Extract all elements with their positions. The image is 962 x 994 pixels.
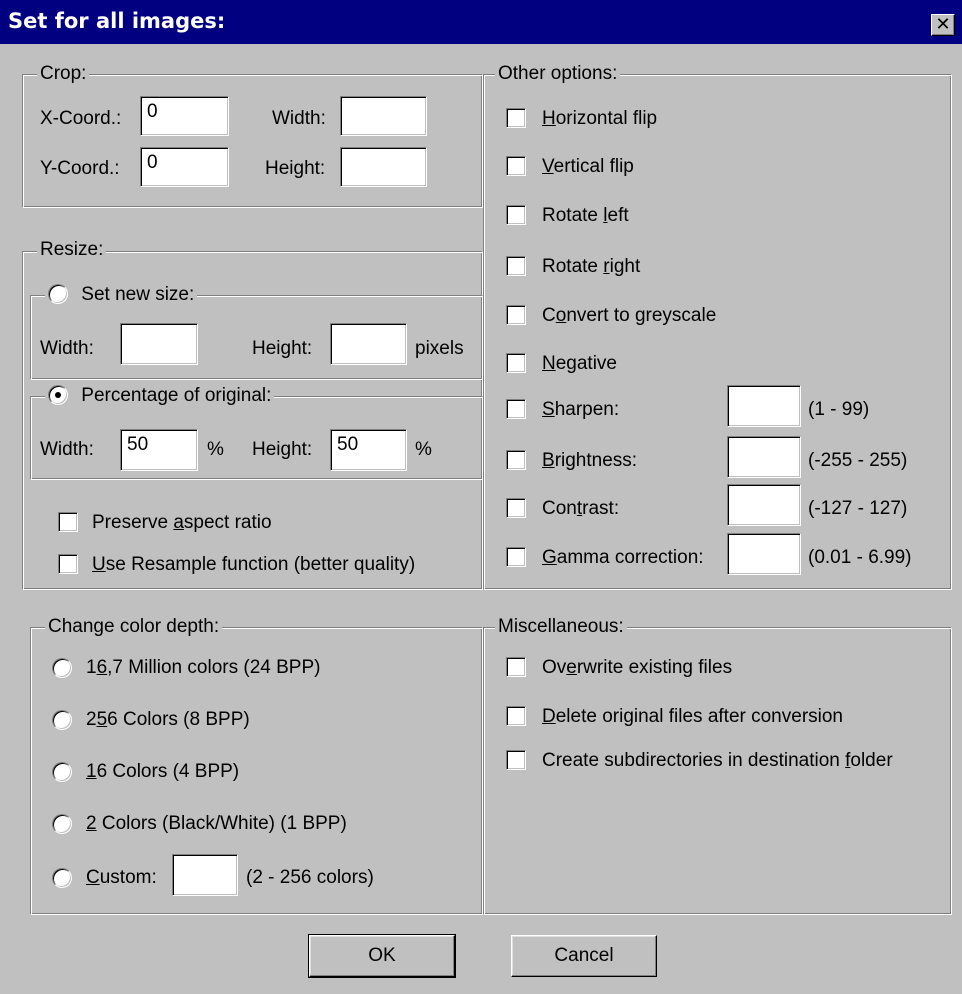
depth-custom-label: Custom: xyxy=(86,867,157,888)
negative-checkbox[interactable] xyxy=(506,353,526,373)
sharpen-label: Sharpen: xyxy=(542,399,620,420)
rotate-right-checkbox[interactable] xyxy=(506,256,526,276)
custom-colors-input[interactable] xyxy=(172,854,238,896)
ok-button[interactable]: OK xyxy=(308,934,456,978)
delete-originals-checkbox[interactable] xyxy=(506,706,526,726)
depth-24bpp-label: 16,7 Million colors (24 BPP) xyxy=(86,657,321,678)
negative-label: Negative xyxy=(542,353,618,374)
y-coord-label: Y-Coord.: xyxy=(40,158,120,179)
percentage-label: Percentage of original: xyxy=(81,385,272,406)
gamma-range: (0.01 - 6.99) xyxy=(808,547,912,568)
resample-label: Use Resample function (better quality) xyxy=(92,554,416,575)
set-new-size-option[interactable]: Set new size: xyxy=(45,284,198,305)
title-bar: Set for all images: ✕ xyxy=(0,0,962,44)
new-height-label: Height: xyxy=(252,338,313,359)
contrast-input[interactable] xyxy=(727,484,801,526)
custom-colors-range: (2 - 256 colors) xyxy=(246,867,374,888)
pct-width-unit: % xyxy=(207,439,224,460)
overwrite-files-label: Overwrite existing files xyxy=(542,657,733,678)
y-coord-input[interactable]: 0 xyxy=(140,147,229,187)
set-new-size-radio[interactable] xyxy=(48,284,68,304)
brightness-input[interactable] xyxy=(727,436,801,478)
gamma-label: Gamma correction: xyxy=(542,547,704,568)
crop-height-label: Height: xyxy=(265,158,326,179)
pixels-unit-label: pixels xyxy=(415,338,464,359)
horizontal-flip-checkbox[interactable] xyxy=(506,108,526,128)
pct-height-label: Height: xyxy=(252,439,313,460)
resize-legend: Resize: xyxy=(37,240,107,260)
preserve-aspect-checkbox[interactable] xyxy=(58,512,78,532)
brightness-checkbox[interactable] xyxy=(506,450,526,470)
crop-height-input[interactable] xyxy=(340,147,427,187)
close-icon[interactable]: ✕ xyxy=(931,14,955,36)
sharpen-input[interactable] xyxy=(727,385,801,427)
pct-width-label: Width: xyxy=(40,439,94,460)
depth-24bpp-radio[interactable] xyxy=(52,658,72,678)
misc-legend: Miscellaneous: xyxy=(495,617,627,637)
crop-legend: Crop: xyxy=(37,64,90,84)
new-width-label: Width: xyxy=(40,338,94,359)
percentage-option[interactable]: Percentage of original: xyxy=(45,385,275,406)
sharpen-range: (1 - 99) xyxy=(808,399,870,420)
vertical-flip-checkbox[interactable] xyxy=(506,156,526,176)
set-new-size-label: Set new size: xyxy=(81,284,195,305)
crop-group xyxy=(22,74,483,208)
contrast-range: (-127 - 127) xyxy=(808,498,908,519)
brightness-label: Brightness: xyxy=(542,450,638,471)
vertical-flip-label: Vertical flip xyxy=(542,156,634,177)
greyscale-label: Convert to greyscale xyxy=(542,305,717,326)
rotate-left-checkbox[interactable] xyxy=(506,205,526,225)
sharpen-checkbox[interactable] xyxy=(506,399,526,419)
gamma-checkbox[interactable] xyxy=(506,547,526,567)
create-subdirectories-checkbox[interactable] xyxy=(506,750,526,770)
depth-1bpp-radio[interactable] xyxy=(52,814,72,834)
percentage-radio[interactable] xyxy=(48,385,68,405)
depth-4bpp-radio[interactable] xyxy=(52,762,72,782)
new-height-input[interactable] xyxy=(330,323,407,365)
cancel-button[interactable]: Cancel xyxy=(511,935,657,977)
other-options-legend: Other options: xyxy=(495,64,621,84)
crop-width-label: Width: xyxy=(272,108,326,129)
depth-8bpp-radio[interactable] xyxy=(52,710,72,730)
overwrite-files-checkbox[interactable] xyxy=(506,657,526,677)
dialog-title: Set for all images: xyxy=(8,9,226,33)
depth-8bpp-label: 256 Colors (8 BPP) xyxy=(86,709,250,730)
depth-custom-radio[interactable] xyxy=(52,868,72,888)
brightness-range: (-255 - 255) xyxy=(808,450,908,471)
gamma-input[interactable] xyxy=(727,533,801,575)
rotate-left-label: Rotate left xyxy=(542,205,629,226)
greyscale-checkbox[interactable] xyxy=(506,305,526,325)
contrast-label: Contrast: xyxy=(542,498,620,519)
preserve-aspect-label: Preserve aspect ratio xyxy=(92,512,272,533)
horizontal-flip-label: Horizontal flip xyxy=(542,108,658,129)
rotate-right-label: Rotate right xyxy=(542,256,641,277)
color-depth-legend: Change color depth: xyxy=(45,617,223,637)
x-coord-label: X-Coord.: xyxy=(40,108,122,129)
pct-width-input[interactable]: 50 xyxy=(120,429,198,471)
contrast-checkbox[interactable] xyxy=(506,498,526,518)
depth-1bpp-label: 2 Colors (Black/White) (1 BPP) xyxy=(86,813,347,834)
crop-width-input[interactable] xyxy=(340,96,427,136)
create-subdirectories-label: Create subdirectories in destination fol… xyxy=(542,750,893,771)
depth-4bpp-label: 16 Colors (4 BPP) xyxy=(86,761,240,782)
pct-height-input[interactable]: 50 xyxy=(330,429,407,471)
resample-checkbox[interactable] xyxy=(58,554,78,574)
pct-height-unit: % xyxy=(415,439,432,460)
new-width-input[interactable] xyxy=(120,323,198,365)
delete-originals-label: Delete original files after conversion xyxy=(542,706,843,727)
x-coord-input[interactable]: 0 xyxy=(140,96,229,136)
